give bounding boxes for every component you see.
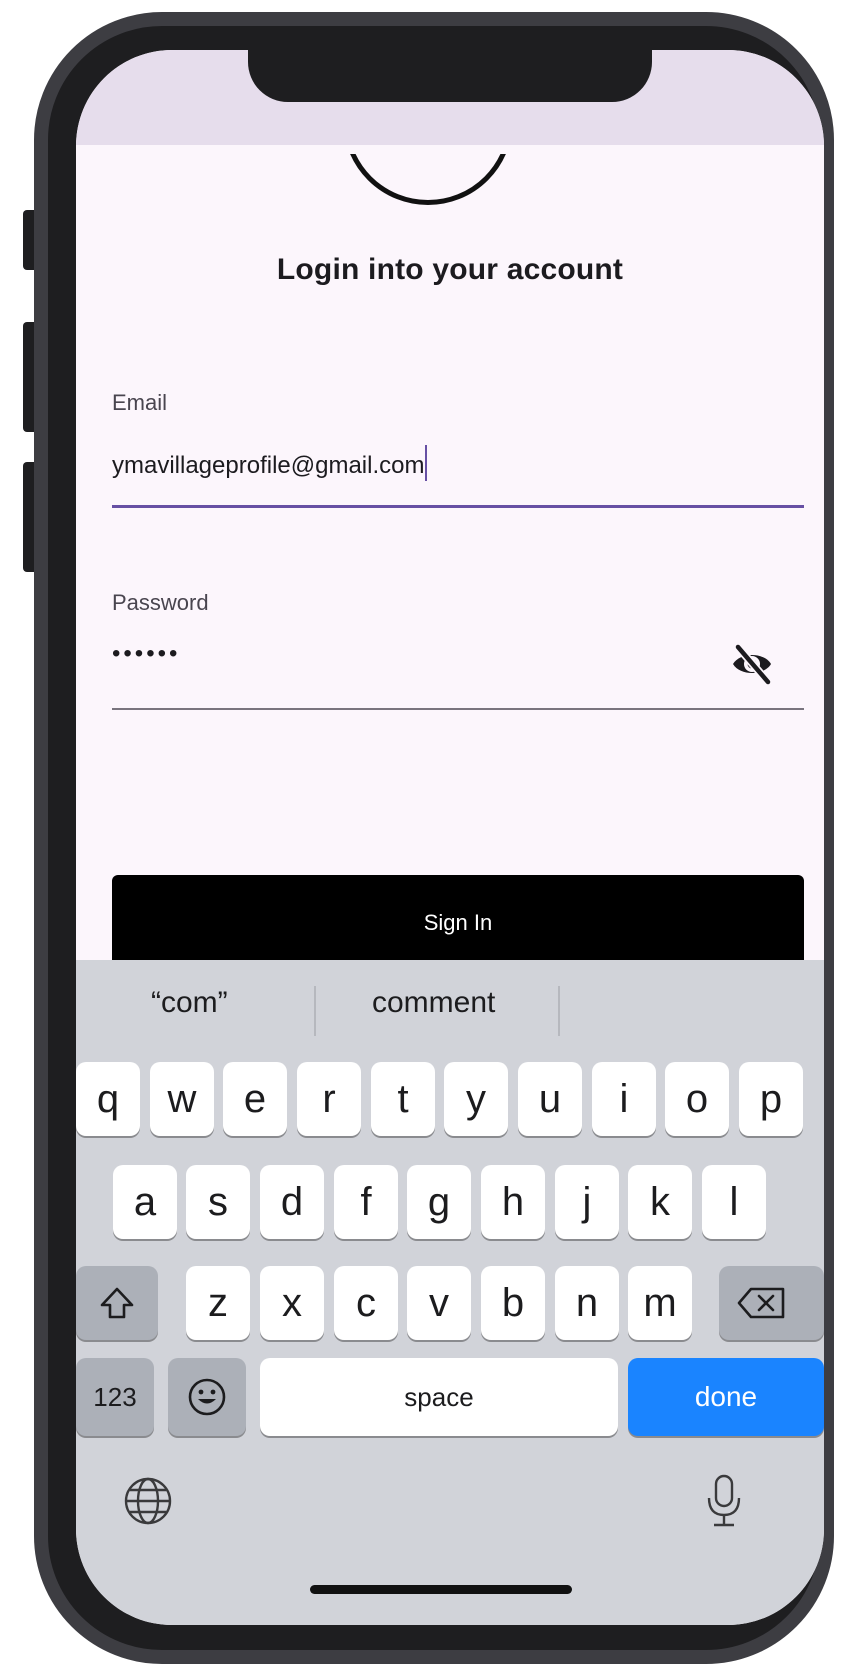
key-l[interactable]: l xyxy=(702,1165,766,1239)
suggestion-item[interactable]: “com” xyxy=(151,986,228,1020)
key-q[interactable]: q xyxy=(76,1062,140,1136)
key-o[interactable]: o xyxy=(665,1062,729,1136)
email-value: ymavillageprofile@gmail.com xyxy=(112,452,425,479)
key-g[interactable]: g xyxy=(407,1165,471,1239)
key-d[interactable]: d xyxy=(260,1165,324,1239)
key-t[interactable]: t xyxy=(371,1062,435,1136)
text-caret xyxy=(425,445,428,481)
sign-in-button[interactable]: Sign In xyxy=(112,875,804,971)
numbers-key[interactable]: 123 xyxy=(76,1358,154,1436)
ios-keyboard: “com” comment q w e r t y u i o p a s d … xyxy=(76,960,824,1625)
phone-screen: Login into your account Email ymavillage… xyxy=(76,50,824,1625)
key-h[interactable]: h xyxy=(481,1165,545,1239)
email-field[interactable]: ymavillageprofile@gmail.com xyxy=(112,445,428,481)
email-label: Email xyxy=(112,390,168,415)
password-label: Password xyxy=(112,590,209,615)
microphone-icon[interactable] xyxy=(704,1473,744,1534)
key-w[interactable]: w xyxy=(150,1062,214,1136)
key-x[interactable]: x xyxy=(260,1266,324,1340)
emoji-key[interactable] xyxy=(168,1358,246,1436)
key-a[interactable]: a xyxy=(113,1165,177,1239)
globe-icon[interactable] xyxy=(122,1475,174,1532)
page-title: Login into your account xyxy=(276,253,624,286)
backspace-icon xyxy=(737,1287,785,1319)
home-indicator[interactable] xyxy=(310,1585,572,1594)
email-underline xyxy=(112,505,804,508)
key-y[interactable]: y xyxy=(444,1062,508,1136)
key-v[interactable]: v xyxy=(407,1266,471,1340)
key-u[interactable]: u xyxy=(518,1062,582,1136)
suggestion-bar: “com” comment xyxy=(76,960,824,1056)
space-key[interactable]: space xyxy=(260,1358,618,1436)
key-r[interactable]: r xyxy=(297,1062,361,1136)
key-n[interactable]: n xyxy=(555,1266,619,1340)
key-s[interactable]: s xyxy=(186,1165,250,1239)
key-k[interactable]: k xyxy=(628,1165,692,1239)
key-c[interactable]: c xyxy=(334,1266,398,1340)
password-underline xyxy=(112,708,804,710)
notch xyxy=(248,50,652,102)
suggestion-item[interactable]: comment xyxy=(372,986,495,1020)
suggestion-divider xyxy=(314,986,316,1036)
backspace-key[interactable] xyxy=(719,1266,824,1340)
key-f[interactable]: f xyxy=(334,1165,398,1239)
eye-slash-icon[interactable] xyxy=(730,642,774,686)
key-z[interactable]: z xyxy=(186,1266,250,1340)
done-key[interactable]: done xyxy=(628,1358,824,1436)
key-e[interactable]: e xyxy=(223,1062,287,1136)
suggestion-divider xyxy=(558,986,560,1036)
login-form: Login into your account Email ymavillage… xyxy=(76,145,824,971)
key-j[interactable]: j xyxy=(555,1165,619,1239)
key-p[interactable]: p xyxy=(739,1062,803,1136)
emoji-icon xyxy=(188,1378,226,1416)
key-i[interactable]: i xyxy=(592,1062,656,1136)
password-field[interactable]: •••••• xyxy=(112,640,180,668)
key-m[interactable]: m xyxy=(628,1266,692,1340)
shift-icon xyxy=(100,1287,134,1319)
shift-key[interactable] xyxy=(76,1266,158,1340)
key-b[interactable]: b xyxy=(481,1266,545,1340)
